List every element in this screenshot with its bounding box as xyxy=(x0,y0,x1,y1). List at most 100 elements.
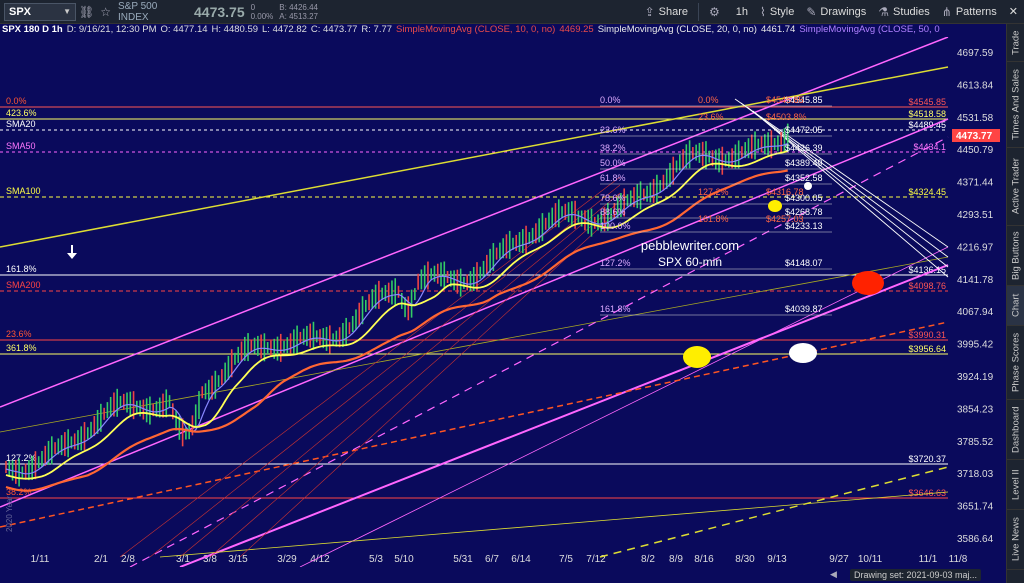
date-tick-label: 3/29 xyxy=(277,554,297,565)
chart-subtitle-text: SPX 60-min xyxy=(658,255,722,269)
date-tick-label: 5/3 xyxy=(369,554,383,565)
side-tab-bar: Trade Times And Sales Active Trader Big But… xyxy=(1006,24,1024,583)
fib-percent-label: 100.0% xyxy=(600,221,631,231)
fib-red-percent-label: 127.2% xyxy=(698,187,729,197)
studies-button[interactable]: ⚗ Studies xyxy=(872,0,935,24)
level-left-label: SMA20 xyxy=(6,119,36,129)
side-tab-active-trader[interactable]: Active Trader xyxy=(1007,148,1024,226)
legend-open: O: 4477.14 xyxy=(160,24,208,35)
price-tick-label: 4293.51 xyxy=(957,210,994,221)
fib-red-value-label: $4316.78 xyxy=(766,187,804,197)
price-tick-label: 4450.79 xyxy=(957,145,994,156)
change-percent: 0.00% xyxy=(250,11,274,21)
fib-percent-label: 50.0% xyxy=(600,158,626,168)
legend-sma10[interactable]: SimpleMovingAvg (CLOSE, 10, 0, no) xyxy=(396,24,555,37)
settings-button[interactable]: ⚙ xyxy=(703,0,730,24)
level-right-label: $4518.58 xyxy=(908,109,946,119)
legend-sma50[interactable]: SimpleMovingAvg (CLOSE, 50, 0, ... xyxy=(799,24,940,37)
fib-value-label: $4426.39 xyxy=(785,143,823,153)
close-button[interactable]: ✕ xyxy=(1003,0,1024,24)
patterns-label: Patterns xyxy=(955,5,997,18)
style-button[interactable]: ⌇ Style xyxy=(754,0,800,24)
level-right-label: $3990.31 xyxy=(908,330,946,340)
side-tab-times-and-sales[interactable]: Times And Sales xyxy=(1007,62,1024,148)
last-price: 4473.75 xyxy=(194,3,245,20)
side-tab-level-ii[interactable]: Level II xyxy=(1007,460,1024,510)
fib-percent-label: 127.2% xyxy=(600,258,631,268)
current-price-label: 4473.77 xyxy=(956,131,993,142)
drawings-button[interactable]: ✎ Drawings xyxy=(800,0,872,24)
small-white-marker xyxy=(804,182,812,190)
index-name: S&P 500 INDEX xyxy=(118,0,158,23)
star-icon[interactable]: ☆ xyxy=(97,5,114,19)
price-tick-label: 3651.74 xyxy=(957,502,994,513)
pencil-icon: ✎ xyxy=(806,4,817,19)
level-left-label: SMA100 xyxy=(6,186,41,196)
fib-percent-label: 38.2% xyxy=(600,143,626,153)
change-value: 0 xyxy=(250,2,256,12)
legend-sma10-value: 4469.25 xyxy=(559,24,594,35)
price-chart[interactable]: 4697.59 4613.84 4531.58 4450.79 4371.44 4293.… xyxy=(0,37,1006,567)
legend-sma20[interactable]: SimpleMovingAvg (CLOSE, 20, 0, no) xyxy=(598,24,757,37)
side-tab-phase-scores[interactable]: Phase Scores xyxy=(1007,326,1024,400)
share-button[interactable]: ⇪ Share xyxy=(639,0,694,24)
flask-icon: ⚗ xyxy=(878,4,890,19)
price-tick-label: 4613.84 xyxy=(957,80,994,91)
side-tab-trade[interactable]: Trade xyxy=(1007,24,1024,62)
level-left-label: SMA200 xyxy=(6,280,41,290)
scroll-left-icon[interactable]: ◀ xyxy=(830,569,837,580)
drawings-label: Drawings xyxy=(820,5,867,18)
fib-red-percent-label: 0.0% xyxy=(698,95,719,105)
price-change: 0 0.00% xyxy=(251,3,274,21)
chart-legend: SPX 180 D 1h D: 9/16/21, 12:30 PM O: 447… xyxy=(0,24,940,37)
side-watermark-text: 2020 Year xyxy=(5,496,14,532)
top-toolbar: SPX ▼ ⛓ ☆ S&P 500 INDEX 4473.75 0 0.00% … xyxy=(0,0,1024,24)
date-tick-label: 3/15 xyxy=(228,554,248,565)
patterns-button[interactable]: ⋔ Patterns xyxy=(936,0,1003,24)
level-right-label: $3956.64 xyxy=(908,344,946,354)
side-tab-big-buttons[interactable]: Big Buttons xyxy=(1007,226,1024,286)
date-tick-label: 4/12 xyxy=(310,554,330,565)
date-tick-label: 2/1 xyxy=(94,554,108,565)
link-icon[interactable]: ⛓ xyxy=(76,5,97,19)
side-tab-dashboard[interactable]: Dashboard xyxy=(1007,400,1024,460)
fib-red-value-label: $4257.03 xyxy=(766,214,804,224)
gear-icon: ⚙ xyxy=(709,4,720,19)
drawing-set-label[interactable]: Drawing set: 2021-09-03 maj... xyxy=(850,569,982,581)
date-tick-label: 7/5 xyxy=(559,554,573,565)
price-tick-label: 4697.59 xyxy=(957,48,994,59)
level-right-label: $4545.85 xyxy=(908,97,946,107)
fib-red-value-label: $4503.8% xyxy=(766,112,807,122)
side-tab-chart[interactable]: Chart xyxy=(1007,286,1024,326)
level-left-label: 0.0% xyxy=(6,96,27,106)
price-tick-label: 3785.52 xyxy=(957,437,994,448)
studies-label: Studies xyxy=(893,5,930,18)
price-tick-label: 3586.64 xyxy=(957,534,994,545)
fib-percent-label: 61.8% xyxy=(600,173,626,183)
symbol-text: SPX xyxy=(9,5,32,18)
patterns-icon: ⋔ xyxy=(941,4,952,19)
price-tick-label: 3718.03 xyxy=(957,469,994,480)
date-tick-label: 8/16 xyxy=(694,554,714,565)
fib-percent-label: 78.6% xyxy=(600,193,626,203)
price-tick-label: 4067.94 xyxy=(957,307,994,318)
level-left-label: 423.6% xyxy=(6,108,37,118)
fib-value-label: $4148.07 xyxy=(785,258,823,268)
side-tab-live-news[interactable]: Live News xyxy=(1007,510,1024,570)
fib-red-percent-label: 161.8% xyxy=(698,214,729,224)
interval-label: 1h xyxy=(735,5,749,18)
chart-style-icon: ⌇ xyxy=(760,4,766,19)
date-tick-label: 11/1 xyxy=(919,554,938,565)
bid-ask: B: 4426.44 A: 4513.27 xyxy=(279,3,318,21)
price-tick-label: 4141.78 xyxy=(957,275,994,286)
date-tick-label: 10/11 xyxy=(858,554,883,565)
interval-button[interactable]: 1h xyxy=(730,0,754,24)
ask-value: A: 4513.27 xyxy=(279,11,318,21)
level-left-label: 161.8% xyxy=(6,264,37,274)
price-tick-label: 3995.42 xyxy=(957,340,994,351)
close-icon: ✕ xyxy=(1008,6,1018,18)
date-tick-label: 8/30 xyxy=(735,554,755,565)
level-right-label: $4098.76 xyxy=(908,281,946,291)
symbol-selector[interactable]: SPX ▼ xyxy=(4,2,76,21)
price-tick-label: 3854.23 xyxy=(957,404,994,415)
